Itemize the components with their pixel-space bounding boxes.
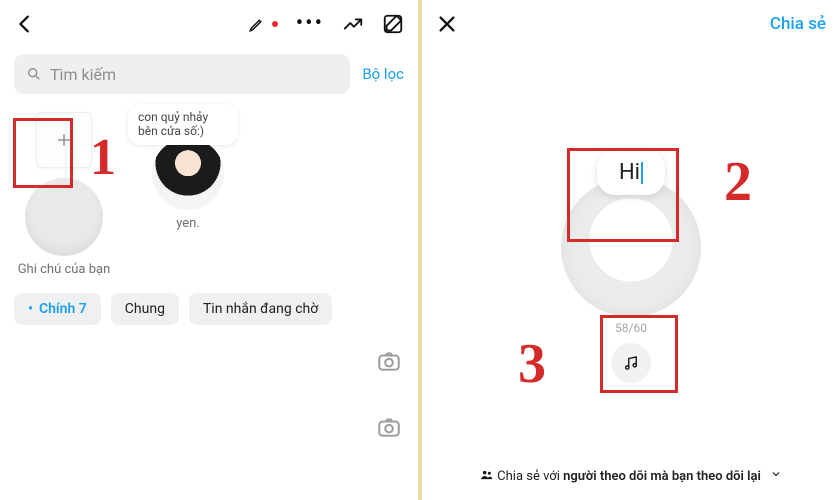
share-button[interactable]: Chia sẻ (770, 14, 826, 34)
camera-shortcuts (376, 348, 402, 440)
annotation-number-2: 2 (724, 150, 752, 214)
my-note-caption: Ghi chú của bạn (18, 262, 111, 277)
more-icon[interactable]: ••• (296, 13, 324, 35)
inbox-tabs: Chính 7 Chung Tin nhắn đang chờ (0, 283, 418, 335)
annotation-box-2 (567, 148, 679, 242)
friend-note-bubble: con quỷ nhảy bên cửa số:) (128, 104, 238, 145)
messages-screen: ••• Tìm kiếm Bộ lọc Ghi chú của bạn yen. (0, 0, 418, 500)
annotation-box-1 (13, 118, 73, 188)
share-prefix: Chia sẻ với (497, 469, 563, 484)
compose-icon[interactable] (382, 13, 404, 35)
friend-avatar (152, 138, 224, 210)
red-dot-icon (272, 21, 278, 27)
share-audience-value: người theo dõi mà bạn theo dõi lại (563, 469, 761, 484)
note-editor-screen: Chia sẻ Hi 58/60 Chia sẻ với người theo … (422, 0, 840, 500)
topbar: ••• (0, 0, 418, 48)
camera-icon[interactable] (376, 348, 402, 374)
search-placeholder: Tìm kiếm (50, 65, 116, 84)
camera-icon[interactable] (376, 414, 402, 440)
close-icon[interactable] (436, 13, 458, 35)
people-icon (480, 468, 494, 482)
filter-link[interactable]: Bộ lọc (362, 65, 404, 83)
activity-indicator[interactable] (248, 15, 278, 33)
tab-general[interactable]: Chung (111, 293, 179, 325)
friend-name: yen. (176, 216, 200, 231)
tab-primary[interactable]: Chính 7 (14, 293, 101, 325)
share-audience[interactable]: Chia sẻ với người theo dõi mà bạn theo d… (422, 468, 840, 484)
back-icon[interactable] (14, 13, 36, 35)
search-input[interactable]: Tìm kiếm (14, 54, 350, 94)
search-icon (26, 66, 42, 82)
my-avatar (25, 178, 103, 256)
annotation-box-3 (600, 315, 678, 393)
annotation-number-3: 3 (518, 332, 546, 396)
trending-icon[interactable] (342, 13, 364, 35)
annotation-number-1: 1 (90, 128, 116, 187)
tab-requests[interactable]: Tin nhắn đang chờ (189, 293, 332, 325)
chevron-down-icon (770, 468, 782, 480)
editor-topbar: Chia sẻ (422, 0, 840, 48)
